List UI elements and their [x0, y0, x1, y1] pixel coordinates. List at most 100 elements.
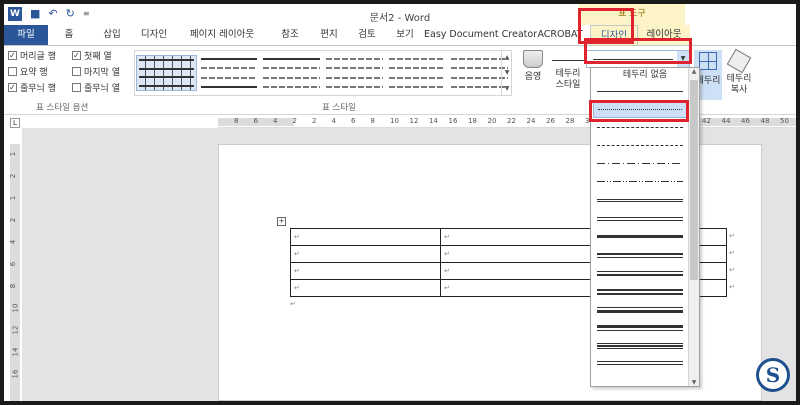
- line-style-option[interactable]: [593, 244, 687, 262]
- line-style-option[interactable]: [593, 280, 687, 298]
- scrollbar-thumb[interactable]: [690, 80, 698, 280]
- ruler-number: 2: [312, 117, 317, 125]
- ruler-number: 50: [780, 117, 789, 125]
- table-style-thumb[interactable]: [261, 55, 322, 91]
- ruler-number: 16: [11, 369, 20, 379]
- border-styles-label: 테두리 스타일: [555, 69, 581, 90]
- ruler-number: 1: [9, 195, 18, 201]
- last-column-checkbox[interactable]: 마지막 열: [72, 65, 130, 78]
- ruler-number: 2: [9, 217, 18, 223]
- scroll-down-icon[interactable]: ▼: [689, 379, 699, 386]
- table-cell[interactable]: ↵: [440, 279, 591, 297]
- tab-view[interactable]: 보기: [386, 25, 424, 45]
- ruler-number: 2: [292, 117, 297, 125]
- table-cell[interactable]: ↵: [440, 262, 591, 280]
- line-style-option[interactable]: [593, 154, 687, 172]
- ruler-number: 2: [9, 173, 18, 179]
- tab-home[interactable]: 홈: [48, 25, 90, 45]
- table-styles-group-label: 표 스타일: [322, 103, 356, 113]
- scroll-up-icon[interactable]: ▲: [689, 68, 699, 75]
- more-icon[interactable]: ▼: [505, 85, 510, 92]
- line-style-option[interactable]: [593, 226, 687, 244]
- ruler-number: 26: [546, 117, 555, 125]
- scroll-down-icon[interactable]: ▼: [505, 69, 510, 76]
- table-move-handle[interactable]: +: [277, 217, 286, 226]
- tab-review[interactable]: 검토: [348, 25, 386, 45]
- header-row-label: 머리글 행: [20, 52, 56, 62]
- line-style-option[interactable]: [593, 136, 687, 154]
- tab-selector[interactable]: L: [10, 118, 20, 128]
- line-style-option[interactable]: [593, 190, 687, 208]
- no-border-option[interactable]: 테두리 없음: [591, 68, 699, 82]
- banded-columns-label: 줄무늬 열: [84, 84, 120, 94]
- tab-acrobat[interactable]: ACROBAT: [536, 25, 584, 45]
- table-styles-gallery: [134, 50, 512, 96]
- checkbox-unchecked-icon: [8, 67, 17, 76]
- ruler-number: 22: [507, 117, 516, 125]
- shading-button[interactable]: 음영: [518, 50, 548, 83]
- watermark-logo: S: [756, 358, 790, 392]
- table-style-thumb[interactable]: [136, 55, 197, 91]
- line-style-option[interactable]: [593, 352, 687, 370]
- banded-rows-checkbox[interactable]: ✓ 줄무늬 행: [8, 81, 66, 94]
- tab-design[interactable]: 디자인: [134, 25, 174, 45]
- ruler-number: 10: [11, 303, 20, 313]
- ruler-number: 4: [273, 117, 278, 125]
- ruler-number: 46: [741, 117, 750, 125]
- table-cell[interactable]: ↵: [440, 245, 591, 263]
- table-cell[interactable]: ↵: [290, 262, 441, 280]
- line-style-option[interactable]: [593, 316, 687, 334]
- vertical-ruler[interactable]: 1 2 1 2 4 6 8 10 12 14 16: [9, 144, 20, 401]
- banded-columns-checkbox[interactable]: 줄무늬 열: [72, 81, 130, 94]
- ruler-number: 42: [702, 117, 711, 125]
- line-style-option[interactable]: [593, 208, 687, 226]
- tab-insert[interactable]: 삽입: [90, 25, 134, 45]
- table-style-thumb[interactable]: [199, 55, 260, 91]
- ruler-number: 28: [565, 117, 575, 125]
- table-style-thumb[interactable]: [387, 55, 448, 91]
- ruler-number: 8: [370, 117, 375, 125]
- total-row-checkbox[interactable]: 요약 행: [8, 65, 66, 78]
- ruler-number: 16: [448, 117, 458, 125]
- paint-bucket-icon: [523, 50, 543, 68]
- table-cell[interactable]: ↵: [290, 228, 441, 246]
- line-style-option[interactable]: [593, 172, 687, 190]
- shading-label: 음영: [524, 72, 542, 82]
- ruler-number: 4: [331, 117, 336, 125]
- table-cell[interactable]: ↵: [440, 228, 591, 246]
- checkbox-unchecked-icon: [72, 67, 81, 76]
- dropdown-scrollbar[interactable]: ▲ ▼: [688, 68, 699, 386]
- table-cell[interactable]: ↵: [290, 279, 441, 297]
- tab-easy-document-creator[interactable]: Easy Document Creator: [424, 25, 537, 45]
- header-row-checkbox[interactable]: ✓ 머리글 행: [8, 49, 66, 62]
- tab-page-layout[interactable]: 페이지 레이아웃: [174, 25, 270, 45]
- checkbox-checked-icon: ✓: [72, 51, 81, 60]
- last-column-label: 마지막 열: [84, 68, 120, 78]
- border-styles-button[interactable]: 테두리 스타일: [550, 56, 586, 91]
- highlight-box-line-style: [584, 38, 692, 64]
- line-style-option[interactable]: [593, 82, 687, 100]
- tab-file[interactable]: 파일: [4, 25, 48, 45]
- tab-mailings[interactable]: 편지: [310, 25, 348, 45]
- checkbox-checked-icon: ✓: [8, 51, 17, 60]
- tab-references[interactable]: 참조: [270, 25, 310, 45]
- ruler-number: 48: [760, 117, 770, 125]
- line-style-option[interactable]: [593, 334, 687, 352]
- first-column-checkbox[interactable]: ✓ 첫째 열: [72, 49, 130, 62]
- ruler-number: 6: [9, 261, 18, 267]
- ruler-number: 14: [429, 117, 438, 125]
- ruler-number: 6: [351, 117, 356, 125]
- border-painter-button[interactable]: 테두리 복사: [724, 48, 754, 96]
- table-style-options-group: ✓ 머리글 행 ✓ 첫째 열 요약 행 마지막 열 ✓ 줄무늬 행 줄무늬 열: [8, 49, 130, 97]
- paragraph-mark: ↵: [729, 283, 735, 291]
- line-style-option[interactable]: [593, 262, 687, 280]
- scroll-up-icon[interactable]: ▲: [505, 54, 510, 61]
- table-cell[interactable]: ↵: [290, 245, 441, 263]
- table-style-options-group-label: 표 스타일 옵션: [36, 103, 89, 113]
- gallery-scrollbar[interactable]: ▲ ▼ ▼: [501, 50, 512, 96]
- table-style-thumb[interactable]: [324, 55, 385, 91]
- horizontal-ruler[interactable]: 8642246810121416182022242628303234363840…: [218, 116, 796, 128]
- checkbox-checked-icon: ✓: [8, 83, 17, 92]
- ruler-number: 8: [234, 117, 239, 125]
- line-style-option[interactable]: [593, 298, 687, 316]
